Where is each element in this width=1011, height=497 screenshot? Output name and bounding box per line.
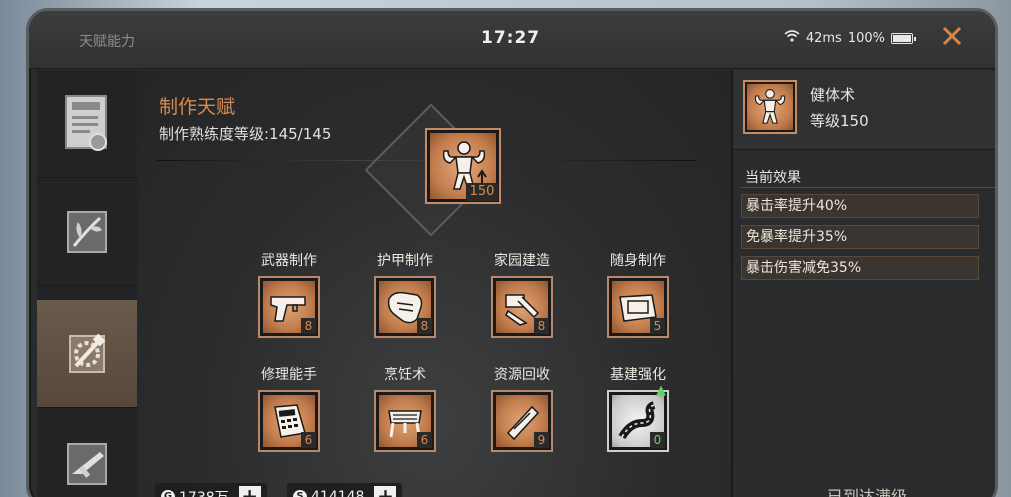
skill-tile[interactable]: 6: [374, 390, 436, 452]
effects-title: 当前效果: [745, 170, 801, 186]
skill-repair-expert[interactable]: 修理能手 6: [244, 364, 334, 452]
silver-currency: S 414148 +: [287, 483, 403, 497]
talent-panel: 制作天赋 制作熟练度等级:145/145 150 武器制作 8 护甲制作 8 家…: [137, 70, 731, 497]
page-title: 制作天赋: [159, 96, 236, 118]
add-silver-button[interactable]: +: [374, 486, 397, 497]
skill-level: 6: [417, 432, 432, 448]
detail-panel: 健体术 等级150 当前效果 暴击率提升40% 免暴率提升35% 暴击伤害减免3…: [731, 70, 995, 497]
skill-home-building[interactable]: 家园建造 8: [477, 250, 567, 338]
skill-cooking[interactable]: 烹饪术 6: [360, 364, 450, 452]
gold-coin-icon: G: [161, 490, 175, 497]
skill-label: 资源回收: [494, 367, 550, 383]
skill-portable-crafting[interactable]: 随身制作 5: [593, 250, 683, 338]
skill-resource-recycling[interactable]: 资源回收 9: [477, 364, 567, 452]
bodybuilder-icon: [754, 89, 786, 124]
wifi-icon: [784, 30, 800, 46]
smg-icon: [67, 442, 107, 485]
status-bar: 天赋能力 17:27 42ms 100%: [29, 11, 995, 69]
skill-armor-crafting[interactable]: 护甲制作 8: [360, 250, 450, 338]
skill-label: 护甲制作: [377, 253, 433, 269]
skill-tile[interactable]: 8: [374, 276, 436, 338]
skill-weapon-crafting[interactable]: 武器制作 8: [244, 250, 334, 338]
silver-coin-icon: S: [293, 490, 307, 497]
top-skill-level: 150: [466, 183, 498, 201]
gold-currency: G 1738万 +: [155, 483, 267, 497]
screen-title: 天赋能力: [79, 34, 135, 50]
upgrade-arrow-icon: ▲: [656, 383, 666, 398]
skill-level: 8: [417, 318, 432, 334]
skill-tile[interactable]: 6: [258, 390, 320, 452]
sidebar-tab-herb[interactable]: [37, 178, 137, 286]
detail-skill-level: 等级150: [810, 112, 869, 130]
add-gold-button[interactable]: +: [238, 486, 261, 497]
herb-icon: [67, 210, 107, 253]
skill-level: 8: [301, 318, 316, 334]
gold-amount: 1738万: [179, 487, 229, 497]
ping-value: 42ms: [805, 30, 842, 46]
skill-label: 随身制作: [610, 253, 666, 269]
skill-tile[interactable]: 5: [607, 276, 669, 338]
divider: [741, 187, 995, 188]
skill-level: 6: [301, 432, 316, 448]
game-window: 天赋能力 17:27 42ms 100% 制作天赋 制作熟练度等级:145/14…: [26, 8, 998, 497]
skill-label: 修理能手: [261, 367, 317, 383]
certificate-icon: [65, 94, 107, 151]
skill-level: 0: [650, 432, 665, 448]
skill-label: 武器制作: [261, 253, 317, 269]
detail-skill-name: 健体术: [810, 86, 856, 104]
battery-icon: [891, 32, 916, 44]
sidebar-tab-weapon[interactable]: [37, 408, 137, 497]
skill-infrastructure-boost[interactable]: 基建强化 ▲ 0: [593, 364, 683, 452]
system-indicators: 42ms 100%: [784, 30, 916, 46]
sidebar-tab-crafting[interactable]: [37, 300, 137, 408]
skill-tile[interactable]: 8: [491, 276, 553, 338]
detail-skill-tile: [743, 80, 797, 134]
clock: 17:27: [481, 28, 541, 48]
skill-level: 5: [650, 318, 665, 334]
effect-item: 免暴率提升35%: [741, 225, 979, 249]
effect-item: 暴击伤害减免35%: [741, 256, 979, 280]
sidebar: [37, 70, 137, 497]
skill-level: 9: [534, 432, 549, 448]
battery-percent: 100%: [847, 30, 885, 46]
gear-hammer-icon: [69, 333, 106, 373]
top-skill-tile[interactable]: 150: [425, 128, 501, 204]
close-button[interactable]: [939, 25, 965, 51]
max-level-status: 已到达满级: [826, 487, 907, 497]
detail-header: 健体术 等级150: [733, 70, 995, 150]
close-icon: [942, 26, 962, 46]
proficiency-level: 制作熟练度等级:145/145: [159, 125, 332, 143]
effect-item: 暴击率提升40%: [741, 194, 979, 218]
skill-tile[interactable]: 8: [258, 276, 320, 338]
skill-tile[interactable]: 9: [491, 390, 553, 452]
skill-level: 8: [534, 318, 549, 334]
sidebar-tab-trade[interactable]: [37, 70, 137, 178]
skill-label: 基建强化: [610, 367, 666, 383]
skill-tile[interactable]: ▲ 0: [607, 383, 669, 452]
skill-label: 家园建造: [494, 253, 550, 269]
silver-amount: 414148: [311, 489, 365, 497]
skill-label: 烹饪术: [384, 367, 426, 383]
